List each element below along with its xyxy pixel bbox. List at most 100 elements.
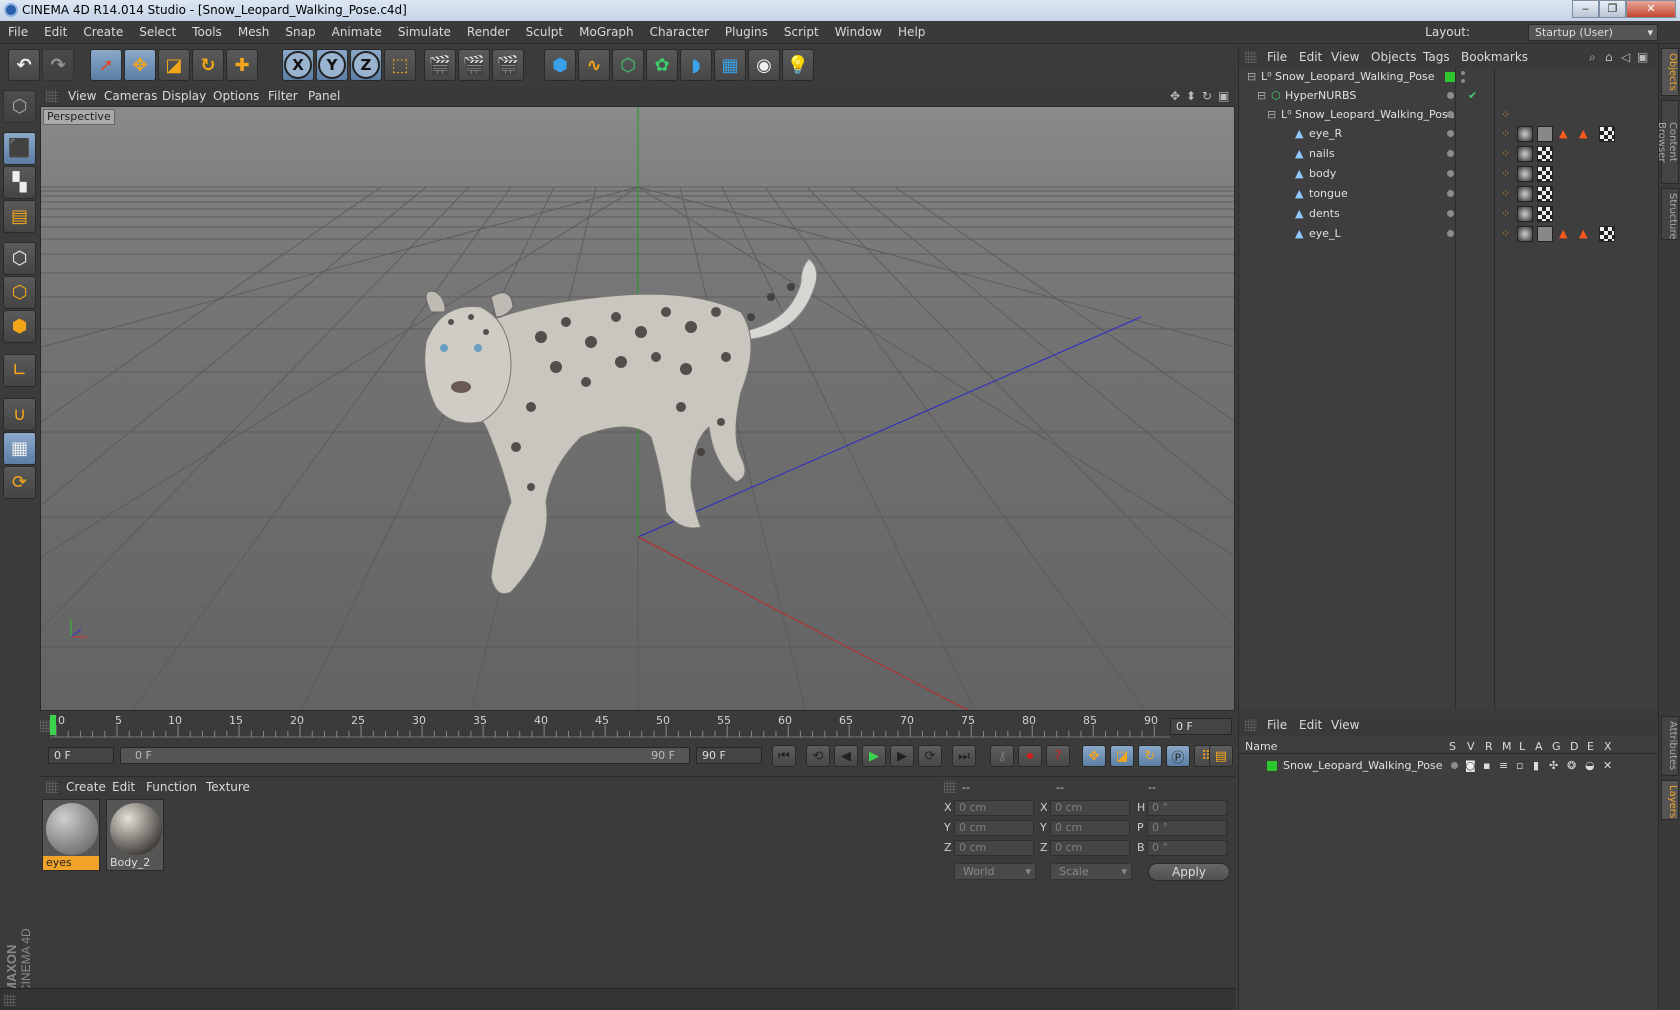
maximize-button[interactable]: ❐ <box>1599 0 1626 18</box>
objects-menu-view[interactable]: View <box>1331 46 1359 68</box>
tab-objects[interactable]: Objects <box>1661 48 1679 96</box>
record-keys-button[interactable]: ⚷ <box>990 745 1014 767</box>
material-menu-function[interactable]: Function <box>146 777 197 797</box>
objects-menu-file[interactable]: File <box>1267 46 1287 68</box>
pos-z-field[interactable]: 0 cm <box>954 840 1034 856</box>
material-swatch-body[interactable]: Body_2 <box>106 799 164 871</box>
workplane-mode-button[interactable]: ▤ <box>3 200 36 233</box>
warning-triangle-icon[interactable]: ▲ <box>1559 224 1567 244</box>
tab-attributes[interactable]: Attributes <box>1661 716 1679 776</box>
nurbs-button[interactable]: ⬡ <box>612 49 644 81</box>
material-tag-icon[interactable] <box>1517 186 1533 202</box>
menu-file[interactable]: File <box>0 21 36 44</box>
viewport-menu-filter[interactable]: Filter <box>268 86 298 106</box>
record-rotation-button[interactable]: ↻ <box>1138 745 1162 767</box>
layer-col-view[interactable]: V <box>1467 740 1475 753</box>
menu-mograph[interactable]: MoGraph <box>571 21 642 44</box>
menu-mesh[interactable]: Mesh <box>230 21 278 44</box>
menu-snap[interactable]: Snap <box>277 21 323 44</box>
visibility-dot[interactable] <box>1447 150 1454 157</box>
move-tool-button[interactable]: ✥ <box>124 49 156 81</box>
grip-handle[interactable] <box>46 781 58 793</box>
tab-structure[interactable]: Structure <box>1661 188 1679 240</box>
layer-col-solo[interactable]: S <box>1449 740 1456 753</box>
viewport-zoom-icon[interactable]: ⬍ <box>1186 86 1196 106</box>
workplane-lock-button[interactable]: ▦ <box>3 432 36 465</box>
z-axis-button[interactable]: Z <box>350 49 382 81</box>
layer-col-deformers[interactable]: D <box>1570 740 1578 753</box>
texture-mode-button[interactable]: ▚ <box>3 166 36 199</box>
cube-object-button[interactable]: ⬢ <box>544 49 576 81</box>
snap-button[interactable]: ∪ <box>3 398 36 431</box>
material-menu-create[interactable]: Create <box>66 777 106 797</box>
object-row-nails[interactable]: ▲ nails ⁘ <box>1239 144 1659 164</box>
edges-mode-button[interactable]: ⬡ <box>3 276 36 309</box>
manager-icon[interactable]: ≡ <box>1499 756 1508 776</box>
expression-icon[interactable]: ◒ <box>1585 756 1595 776</box>
menu-edit[interactable]: Edit <box>36 21 75 44</box>
layer-col-generators[interactable]: G <box>1552 740 1561 753</box>
coordinate-space-select[interactable]: World ▾ <box>954 863 1036 880</box>
record-parameter-button[interactable]: Ⓟ <box>1166 745 1190 767</box>
menu-script[interactable]: Script <box>776 21 827 44</box>
objects-menu-edit[interactable]: Edit <box>1299 46 1322 68</box>
layer-col-xref[interactable]: X <box>1604 740 1612 753</box>
object-row-tongue[interactable]: ▲ tongue ⁘ <box>1239 184 1659 204</box>
objects-menu-tags[interactable]: Tags <box>1423 46 1450 68</box>
go-to-end-button[interactable]: ⏭ <box>952 745 976 767</box>
axis-mode-button[interactable]: ∟ <box>3 354 36 387</box>
phong-tag-icon[interactable]: ⁘ <box>1501 144 1510 164</box>
phong-tag-icon[interactable]: ⁘ <box>1501 124 1510 144</box>
viewport-maximize-icon[interactable]: ▣ <box>1218 86 1229 106</box>
light-button[interactable]: 💡 <box>782 49 814 81</box>
objects-menu-objects[interactable]: Objects <box>1371 46 1416 68</box>
solo-dot[interactable] <box>1451 762 1458 769</box>
record-scale-button[interactable]: ◪ <box>1110 745 1134 767</box>
layer-col-expressions[interactable]: E <box>1587 740 1594 753</box>
rotate-tool-button[interactable]: ↻ <box>192 49 224 81</box>
record-position-button[interactable]: ✥ <box>1082 745 1106 767</box>
viewport-menu-display[interactable]: Display <box>162 86 206 106</box>
material-menu-texture[interactable]: Texture <box>206 777 250 797</box>
live-selection-button[interactable]: ➚ <box>90 49 122 81</box>
menu-animate[interactable]: Animate <box>324 21 390 44</box>
material-tag-icon[interactable] <box>1517 226 1533 242</box>
material-swatch-eyes[interactable]: eyes <box>42 799 100 871</box>
solo-button[interactable]: ⟳ <box>3 466 36 499</box>
size-z-field[interactable]: 0 cm <box>1050 840 1130 856</box>
array-button[interactable]: ✿ <box>646 49 678 81</box>
visibility-dot[interactable] <box>1447 92 1454 99</box>
apply-button[interactable]: Apply <box>1148 863 1230 881</box>
end-frame-field[interactable]: 90 F <box>696 747 762 764</box>
polygons-mode-button[interactable]: ⬢ <box>3 310 36 343</box>
back-icon[interactable]: ◁ <box>1621 46 1630 68</box>
collapse-icon[interactable]: ⊟ <box>1267 105 1276 125</box>
home-icon[interactable]: ⌂ <box>1605 46 1613 68</box>
tab-layers[interactable]: Layers <box>1661 780 1679 820</box>
coordinate-system-button[interactable]: ⬚ <box>384 49 416 81</box>
x-axis-button[interactable]: X <box>282 49 314 81</box>
grip-handle[interactable] <box>1245 51 1257 63</box>
layer-color-swatch[interactable] <box>1267 761 1277 771</box>
object-row-body[interactable]: ▲ body ⁘ <box>1239 164 1659 184</box>
timeline-ruler[interactable]: 0 5 10 15 20 25 30 35 40 45 50 55 60 65 … <box>40 711 1235 741</box>
menu-help[interactable]: Help <box>890 21 933 44</box>
texture-tag-icon[interactable] <box>1537 146 1553 162</box>
grip-handle[interactable] <box>1245 719 1257 731</box>
size-mode-select[interactable]: Scale ▾ <box>1050 863 1132 880</box>
texture-tag-icon[interactable] <box>1599 126 1615 142</box>
model-mode-button[interactable]: ⬛ <box>3 132 36 165</box>
menu-character[interactable]: Character <box>642 21 717 44</box>
enabled-checkmark-icon[interactable]: ✔ <box>1468 86 1477 106</box>
menu-sculpt[interactable]: Sculpt <box>518 21 571 44</box>
redo-button[interactable]: ↷ <box>42 49 74 81</box>
menu-create[interactable]: Create <box>75 21 131 44</box>
render-settings-button[interactable]: 🎬 <box>492 49 524 81</box>
collapse-icon[interactable]: ⊟ <box>1257 86 1266 106</box>
layer-col-name[interactable]: Name <box>1245 740 1277 753</box>
render-icon[interactable]: ▪ <box>1483 756 1490 776</box>
close-button[interactable]: ✕ <box>1626 0 1676 18</box>
next-frame-button[interactable]: ▶ <box>890 745 914 767</box>
previous-frame-button[interactable]: ◀ <box>834 745 858 767</box>
phong-tag-icon[interactable]: ⁘ <box>1501 204 1510 224</box>
